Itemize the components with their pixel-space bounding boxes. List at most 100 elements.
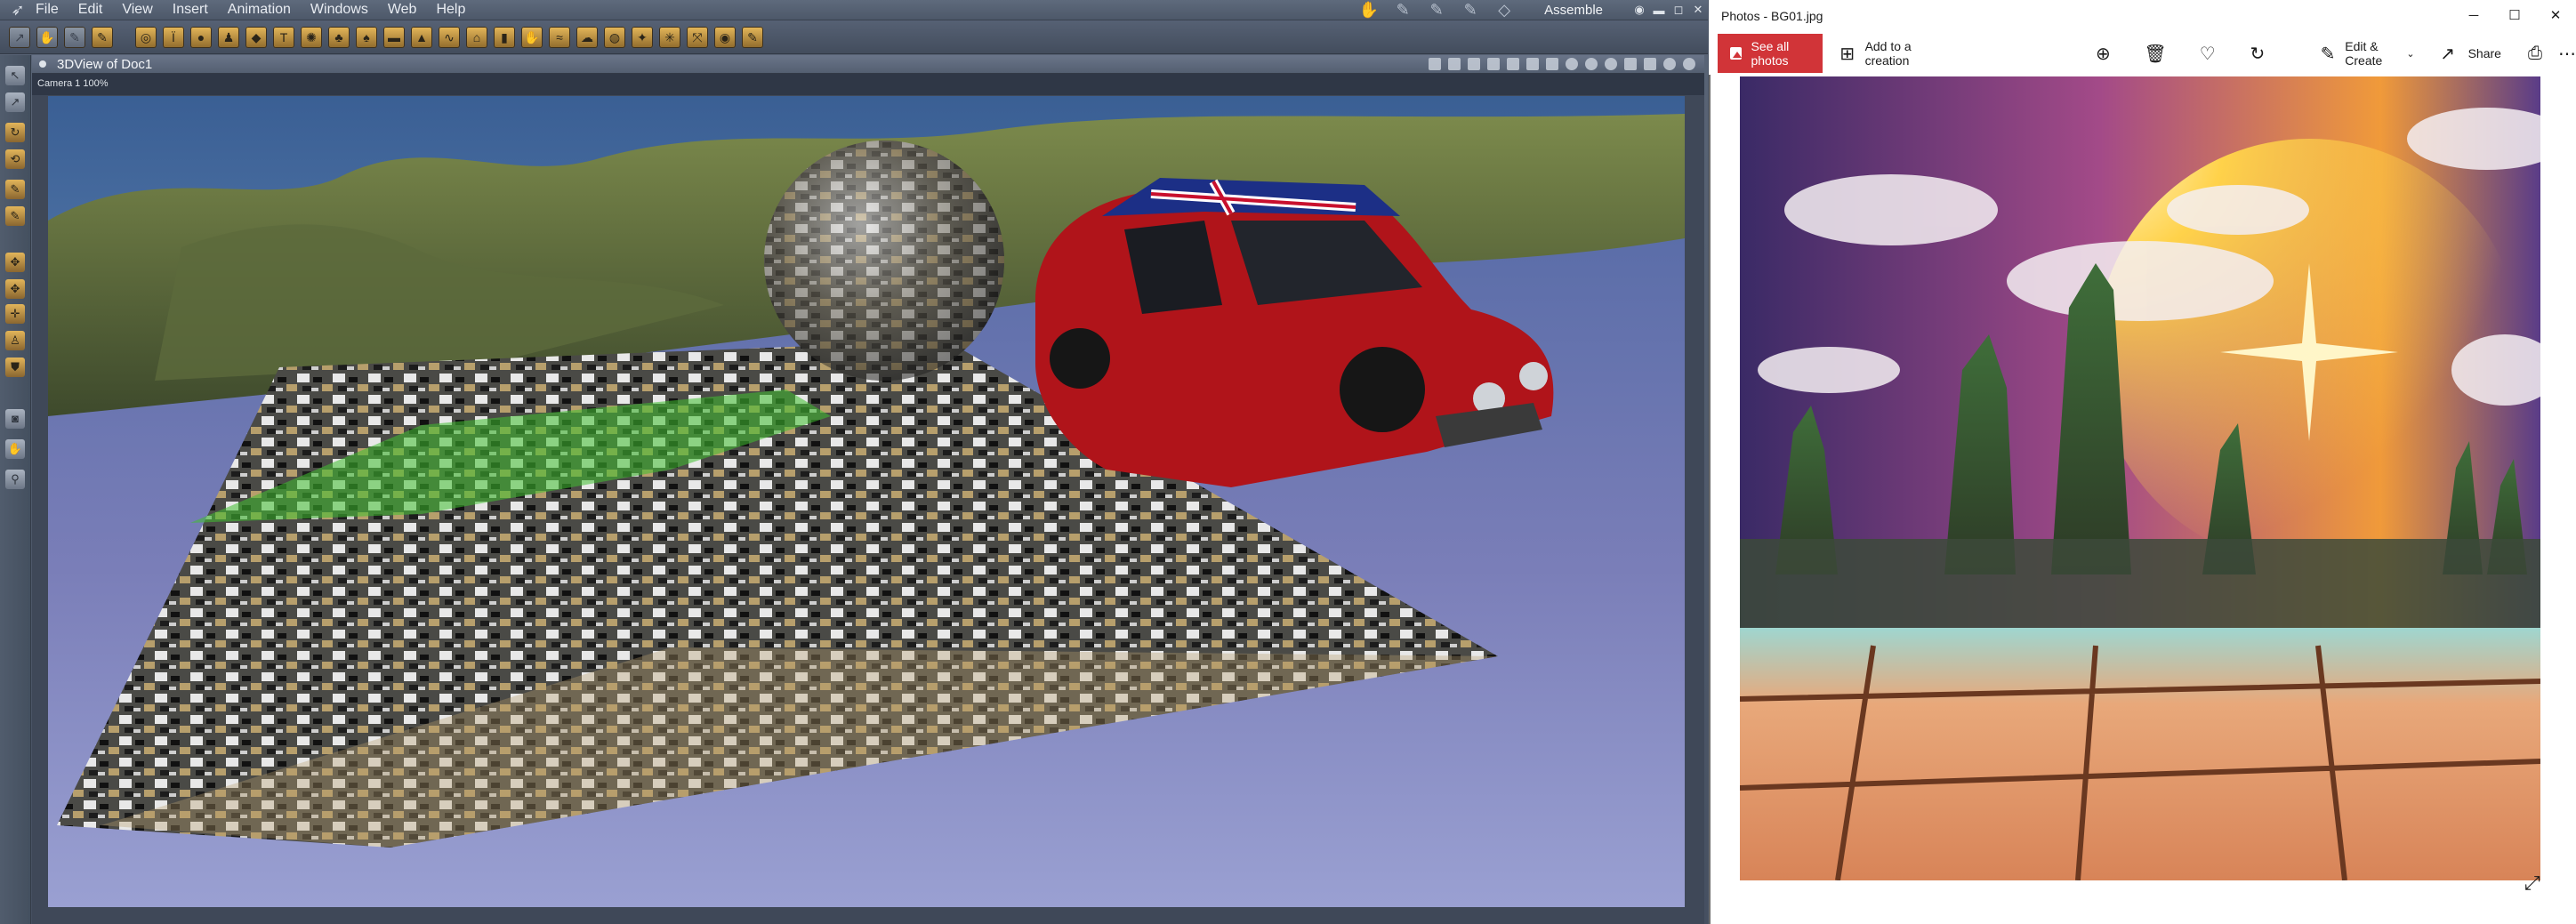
photo-bg01-image[interactable] bbox=[1740, 76, 2540, 880]
figure-pose-icon[interactable]: ♙ bbox=[5, 331, 25, 350]
layout-single-icon[interactable] bbox=[1487, 58, 1500, 70]
see-all-photos-button[interactable]: See all photos bbox=[1718, 34, 1823, 73]
shield-icon[interactable]: ⛊ bbox=[5, 358, 25, 377]
photos-close-button[interactable]: ✕ bbox=[2535, 0, 2576, 32]
insert-sphere-icon[interactable]: ● bbox=[190, 26, 212, 48]
menu-windows[interactable]: Windows bbox=[310, 2, 368, 18]
menu-view[interactable]: View bbox=[122, 2, 152, 18]
rotate-icon[interactable]: ↻ bbox=[5, 123, 25, 142]
grid-icon[interactable] bbox=[1468, 58, 1480, 70]
insert-cylinder-icon[interactable]: ▮ bbox=[494, 26, 515, 48]
add-to-creation-button[interactable]: ⊞ Add to a creation bbox=[1839, 39, 1936, 68]
visibility-icon[interactable]: ◉ bbox=[1630, 3, 1649, 17]
paint-tool-icon[interactable]: ✎ bbox=[5, 206, 25, 226]
room-storyboard-icon[interactable]: ✎ bbox=[1391, 2, 1414, 18]
print-icon[interactable]: ⎙ bbox=[2526, 42, 2544, 65]
more-options-icon[interactable]: ⋯ bbox=[2558, 42, 2576, 65]
menu-help[interactable]: Help bbox=[436, 2, 465, 18]
preview-icon[interactable] bbox=[1605, 58, 1617, 70]
rotate-tool-icon[interactable]: ✎ bbox=[64, 26, 85, 48]
insert-fog-icon[interactable]: ◍ bbox=[604, 26, 625, 48]
insert-plant-icon[interactable]: ♣ bbox=[328, 26, 350, 48]
layout-tri-icon[interactable] bbox=[1546, 58, 1558, 70]
arrow-tool-icon[interactable]: ↖ bbox=[5, 66, 25, 85]
photos-minimize-button[interactable]: ─ bbox=[2453, 0, 2494, 32]
edit-icon: ✎ bbox=[2320, 44, 2336, 64]
window-close-dot-icon[interactable] bbox=[39, 60, 46, 68]
add-to-creation-label: Add to a creation bbox=[1864, 39, 1912, 68]
insert-bone-icon[interactable]: ⤧ bbox=[687, 26, 708, 48]
insert-cloud-icon[interactable]: ☁ bbox=[576, 26, 598, 48]
zoom-icon[interactable]: ⚲ bbox=[5, 470, 25, 489]
photos-titlebar: Photos - BG01.jpg ─ ☐ ✕ bbox=[1709, 0, 2576, 32]
insert-light-icon[interactable]: Ϊ bbox=[163, 26, 184, 48]
insert-sea-icon[interactable]: ≈ bbox=[549, 26, 570, 48]
maximize-button[interactable]: ◻ bbox=[1669, 3, 1688, 17]
insert-spotlight-icon[interactable]: ◆ bbox=[246, 26, 267, 48]
insert-bulb-icon[interactable]: ♠ bbox=[356, 26, 377, 48]
pan-tool-icon[interactable]: ✥ bbox=[5, 253, 25, 272]
minimize-button[interactable]: ▬ bbox=[1649, 4, 1669, 17]
share-icon: ↗ bbox=[2440, 44, 2455, 64]
room-texture-icon[interactable]: ✎ bbox=[1425, 2, 1448, 18]
fullscreen-expand-icon[interactable]: ⤢ bbox=[2524, 872, 2540, 895]
lighting-icon[interactable] bbox=[1663, 58, 1676, 70]
edit-create-button[interactable]: ✎ Edit & Create ⌄ bbox=[2320, 39, 2415, 68]
insert-plane-icon[interactable]: ▬ bbox=[383, 26, 405, 48]
pen-tool-icon[interactable]: ✎ bbox=[5, 180, 25, 199]
camera-icon[interactable]: ◙ bbox=[5, 409, 25, 429]
edit-create-label: Edit & Create bbox=[2345, 39, 2383, 68]
layout-split-icon[interactable] bbox=[1507, 58, 1519, 70]
zoom-icon[interactable]: ⊕ bbox=[2094, 42, 2112, 65]
scale-icon[interactable]: ⟲ bbox=[5, 149, 25, 169]
camera-select-icon[interactable] bbox=[1429, 58, 1441, 70]
gallery-icon bbox=[1730, 47, 1743, 60]
direct-select-icon[interactable]: ↗ bbox=[5, 92, 25, 112]
main-toolbar: ↗ ✋ ✎ ✎ ◎ Ϊ ● ♟ ◆ T ✺ ♣ ♠ ▬ ▲ ∿ ⌂ ▮ ✋ ≈ … bbox=[0, 20, 1708, 54]
sphere-preview-icon[interactable] bbox=[1683, 58, 1695, 70]
share-button[interactable]: ↗ Share bbox=[2436, 42, 2501, 65]
delete-icon[interactable]: 🗑 bbox=[2144, 42, 2166, 65]
translate-tool-icon[interactable]: ✥ bbox=[5, 279, 25, 299]
chevron-down-icon: ⌄ bbox=[2406, 48, 2415, 60]
carrara-logo-icon[interactable]: ➶ bbox=[0, 0, 36, 20]
insert-spline-icon[interactable]: ∿ bbox=[439, 26, 460, 48]
move-tool-icon[interactable]: ✋ bbox=[36, 26, 58, 48]
insert-building-icon[interactable]: ⌂ bbox=[466, 26, 487, 48]
box-mode-icon[interactable] bbox=[1624, 58, 1637, 70]
select-tool-icon[interactable]: ↗ bbox=[9, 26, 30, 48]
favorite-icon[interactable]: ♡ bbox=[2199, 42, 2217, 65]
sphere-reflection bbox=[764, 141, 1004, 381]
insert-brush-icon[interactable]: ✎ bbox=[742, 26, 763, 48]
menu-file[interactable]: File bbox=[36, 2, 59, 18]
render-mode-icon[interactable] bbox=[1585, 58, 1598, 70]
room-render-icon[interactable]: ✎ bbox=[1459, 2, 1482, 18]
3d-view-title: 3DView of Doc1 bbox=[57, 56, 153, 72]
insert-wand-icon[interactable]: ✦ bbox=[632, 26, 653, 48]
axis-tool-icon[interactable]: ✛ bbox=[5, 304, 25, 324]
insert-target-icon[interactable]: ◉ bbox=[714, 26, 736, 48]
close-button[interactable]: ✕ bbox=[1688, 3, 1708, 17]
hand-icon[interactable]: ✋ bbox=[5, 439, 25, 459]
insert-text-icon[interactable]: T bbox=[273, 26, 294, 48]
light-select-icon[interactable] bbox=[1448, 58, 1461, 70]
insert-hand-icon[interactable]: ✋ bbox=[521, 26, 543, 48]
room-model-icon[interactable]: ✋ bbox=[1357, 2, 1381, 18]
photos-maximize-button[interactable]: ☐ bbox=[2494, 0, 2535, 32]
menu-web[interactable]: Web bbox=[388, 2, 417, 18]
insert-camera-icon[interactable]: ◎ bbox=[135, 26, 157, 48]
wireframe-icon[interactable] bbox=[1644, 58, 1656, 70]
menu-edit[interactable]: Edit bbox=[78, 2, 103, 18]
room-shader-icon[interactable]: ◇ bbox=[1493, 2, 1516, 18]
menu-animation[interactable]: Animation bbox=[228, 2, 291, 18]
rotate-icon[interactable]: ↻ bbox=[2249, 42, 2266, 65]
insert-atom-icon[interactable]: ✳ bbox=[659, 26, 680, 48]
layout-quad-icon[interactable] bbox=[1526, 58, 1539, 70]
3d-viewport-render[interactable] bbox=[48, 96, 1685, 907]
insert-terrain-icon[interactable]: ▲ bbox=[411, 26, 432, 48]
bind-tool-icon[interactable]: ✎ bbox=[92, 26, 113, 48]
shading-icon[interactable] bbox=[1566, 58, 1578, 70]
menu-insert[interactable]: Insert bbox=[173, 2, 208, 18]
insert-figure-icon[interactable]: ♟ bbox=[218, 26, 239, 48]
insert-sun-icon[interactable]: ✺ bbox=[301, 26, 322, 48]
